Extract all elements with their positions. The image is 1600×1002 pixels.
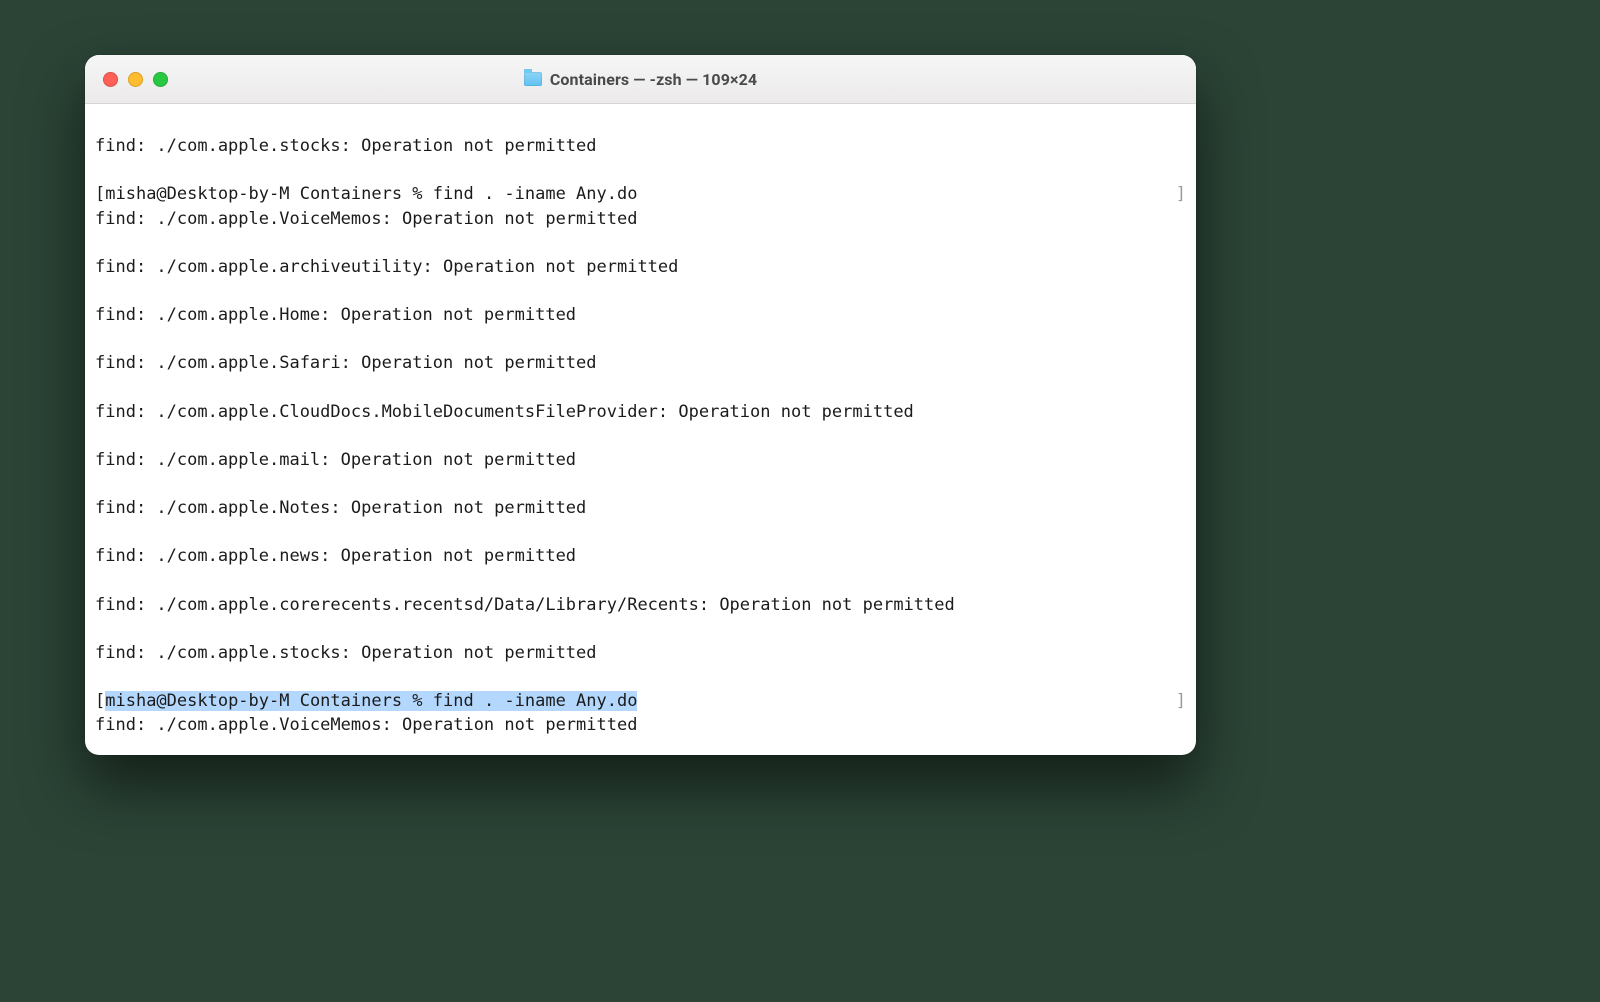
stage: Containers — -zsh — 109×24 find: ./com.a…: [0, 0, 1600, 1002]
terminal-line: find: ./com.apple.Home: Operation not pe…: [95, 303, 1186, 327]
terminal-line: find: ./com.apple.corerecents.recentsd/D…: [95, 593, 1186, 617]
traffic-lights: [103, 72, 168, 87]
terminal-line: find: ./com.apple.CloudDocs.MobileDocume…: [95, 400, 1186, 424]
titlebar[interactable]: Containers — -zsh — 109×24: [85, 55, 1196, 104]
terminal-line: find: ./com.apple.news: Operation not pe…: [95, 544, 1186, 568]
terminal-prompt-highlighted: misha@Desktop-by-M Containers % find . -…: [105, 691, 637, 711]
minimize-icon[interactable]: [128, 72, 143, 87]
terminal-line: find: ./com.apple.archiveutility: Operat…: [95, 255, 1186, 279]
terminal-line: find: ./com.apple.VoiceMemos: Operation …: [95, 713, 1186, 737]
terminal-line: find: ./com.apple.Safari: Operation not …: [95, 351, 1186, 375]
folder-icon: [524, 72, 542, 86]
prompt-open-bracket: [: [95, 184, 105, 204]
terminal-window: Containers — -zsh — 109×24 find: ./com.a…: [85, 55, 1196, 755]
terminal-line: find: ./com.apple.stocks: Operation not …: [95, 641, 1186, 665]
prompt-open-bracket: [: [95, 691, 105, 711]
prompt-close-bracket: ]: [1176, 182, 1186, 206]
close-icon[interactable]: [103, 72, 118, 87]
terminal-prompt: misha@Desktop-by-M Containers % find . -…: [105, 184, 637, 204]
terminal-line: find: ./com.apple.VoiceMemos: Operation …: [95, 207, 1186, 231]
terminal-line: find: ./com.apple.stocks: Operation not …: [95, 134, 1186, 158]
prompt-close-bracket: ]: [1176, 689, 1186, 713]
terminal-body[interactable]: find: ./com.apple.stocks: Operation not …: [85, 104, 1196, 755]
terminal-line: find: ./com.apple.Notes: Operation not p…: [95, 496, 1186, 520]
terminal-line: find: ./com.apple.mail: Operation not pe…: [95, 448, 1186, 472]
window-title-wrap: Containers — -zsh — 109×24: [85, 70, 1196, 89]
window-title: Containers — -zsh — 109×24: [550, 70, 757, 89]
zoom-icon[interactable]: [153, 72, 168, 87]
